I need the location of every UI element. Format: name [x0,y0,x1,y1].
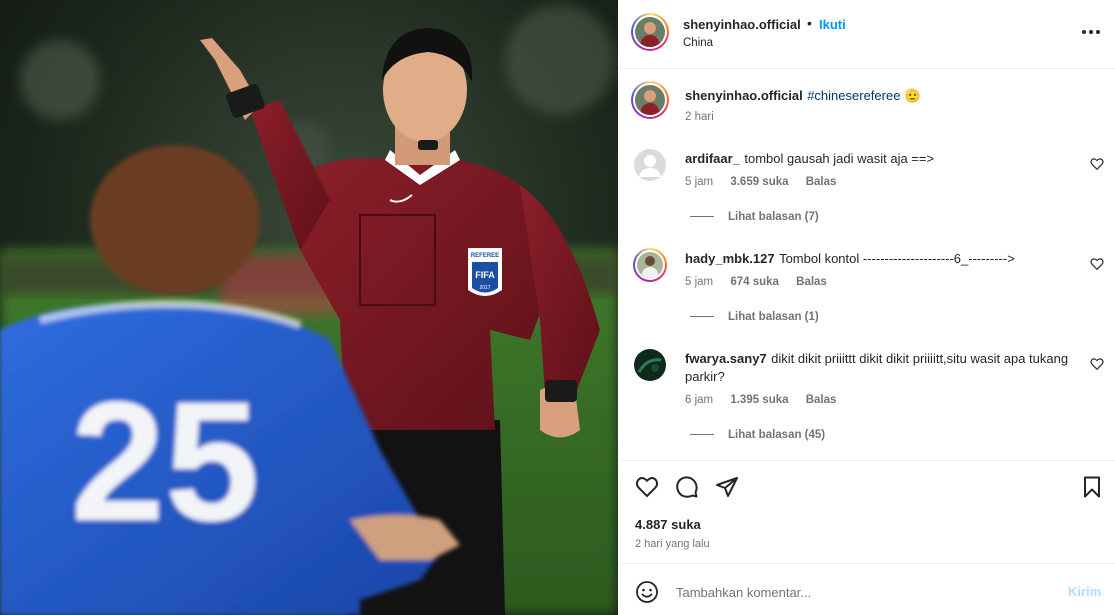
badge-top-text: REFEREE [471,253,499,259]
caption-username[interactable]: shenyinhao.official [685,88,803,103]
comment-time: 5 jam [685,276,714,288]
commenter-username[interactable]: fwarya.sany7 [685,351,767,366]
separator-dot: • [807,15,812,31]
location-link[interactable]: China [683,37,713,49]
bookmark-icon[interactable] [1080,475,1104,499]
more-options-icon[interactable] [1080,22,1102,42]
view-replies-button[interactable]: Lihat balasan (7) [690,211,819,223]
badge-main-text: FIFA [475,270,495,280]
comment-like-icon[interactable] [1090,157,1104,171]
caption-emoji: 🫡 [904,88,922,103]
comment-text: Tombol kontol ---------------------6_---… [779,251,1015,266]
commenter-username[interactable]: hady_mbk.127 [685,251,775,266]
caption-avatar[interactable] [631,81,669,119]
post-timestamp: 2 hari yang lalu [635,538,710,550]
reply-button[interactable]: Balas [806,394,837,406]
like-icon[interactable] [635,475,659,499]
composer-divider [618,563,1115,564]
comment-input[interactable] [674,576,1058,608]
reply-button[interactable]: Balas [806,176,837,188]
view-replies-button[interactable]: Lihat balasan (1) [690,311,819,323]
commenter-avatar[interactable] [633,248,667,282]
actions-divider [618,460,1115,461]
author-username[interactable]: shenyinhao.official [683,17,801,32]
caption-hashtag[interactable]: #chinesereferee [807,88,900,103]
commenter-avatar[interactable] [633,348,667,382]
share-icon[interactable] [715,475,739,499]
view-replies-button[interactable]: Lihat balasan (45) [690,429,825,441]
view-replies-label: Lihat balasan (45) [728,429,826,441]
view-replies-label: Lihat balasan (1) [728,311,819,323]
author-avatar[interactable] [631,13,669,51]
likes-count[interactable]: 4.887 suka [635,517,701,532]
comment-likes[interactable]: 3.659 suka [730,176,788,188]
commenter-username[interactable]: ardifaar_ [685,151,740,166]
reply-button[interactable]: Balas [796,276,827,288]
post-photo[interactable]: REFEREE FIFA 2017 25 [0,0,618,615]
comment-time: 6 jam [685,394,714,406]
commenter-avatar[interactable] [633,148,667,182]
comment-like-icon[interactable] [1090,257,1104,271]
comment-likes[interactable]: 1.395 suka [730,394,788,406]
caption: shenyinhao.official #chinesereferee 🫡 [685,87,921,105]
post-detail-panel: shenyinhao.official • Ikuti China shenyi… [618,0,1115,615]
referee-photo: REFEREE FIFA 2017 25 [0,0,618,615]
badge-year-text: 2017 [479,285,490,291]
follow-button[interactable]: Ikuti [819,17,846,32]
header-divider [618,68,1115,69]
comment-text: tombol gausah jadi wasit aja ==> [744,151,935,166]
comment-likes[interactable]: 674 suka [730,276,779,288]
comment-time: 5 jam [685,176,714,188]
jersey-number: 25 [70,367,259,557]
comment-icon[interactable] [675,475,699,499]
caption-time: 2 hari [685,111,714,123]
comment-like-icon[interactable] [1090,357,1104,371]
send-button[interactable]: Kirim [1068,584,1101,599]
emoji-icon[interactable] [635,580,659,604]
view-replies-label: Lihat balasan (7) [728,211,819,223]
